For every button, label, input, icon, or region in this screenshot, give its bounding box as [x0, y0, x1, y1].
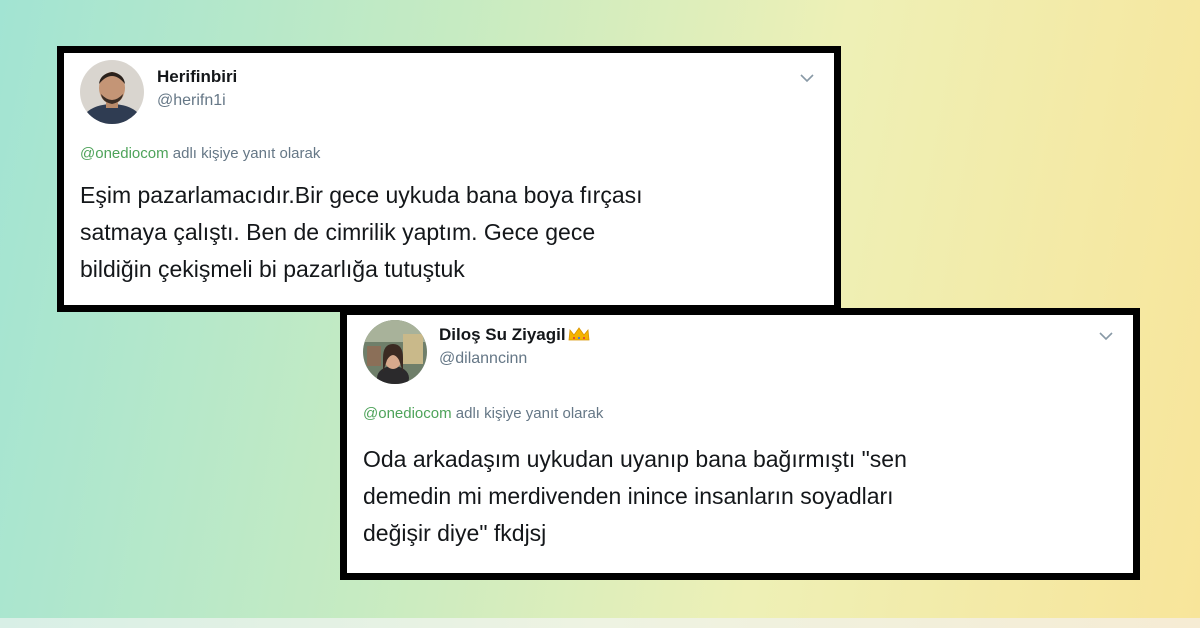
- display-name-row: Diloş Su Ziyagil: [439, 325, 590, 345]
- crown-icon: [568, 326, 590, 341]
- tweet-text-line: Eşim pazarlamacıdır.Bir gece uykuda bana…: [80, 182, 643, 208]
- reply-mention-link[interactable]: @onediocom: [80, 145, 169, 162]
- reply-suffix: adlı kişiye yanıt olarak: [168, 145, 321, 162]
- reply-context: @onediocom adlı kişiye yanıt olarak: [363, 405, 603, 422]
- tweet-text: Eşim pazarlamacıdır.Bir gece uykuda bana…: [80, 177, 820, 288]
- tweet-text-line: satmaya çalıştı. Ben de cimrilik yaptım.…: [80, 219, 596, 245]
- tweet-text-line: değişir diye" fkdjsj: [363, 520, 547, 546]
- reply-mention-link[interactable]: @onediocom: [363, 405, 452, 422]
- tweet-text: Oda arkadaşım uykudan uyanıp bana bağırm…: [363, 441, 1123, 552]
- display-name[interactable]: Herifinbiri: [157, 67, 237, 87]
- user-handle[interactable]: @herifn1i: [157, 92, 226, 110]
- background-bottom-strip: [0, 618, 1200, 628]
- tweet-text-line: bildiğin çekişmeli bi pazarlığa tutuştuk: [80, 256, 465, 282]
- tweet-card: Diloş Su Ziyagil @dilanncinn @onediocom …: [340, 308, 1140, 580]
- avatar[interactable]: [80, 60, 144, 124]
- tweet-text-line: demedin mi merdivenden inince insanların…: [363, 483, 894, 509]
- avatar[interactable]: [363, 320, 427, 384]
- chevron-down-icon[interactable]: [1095, 325, 1117, 347]
- tweet-card: Herifinbiri @herifn1i @onediocom adlı ki…: [57, 46, 841, 312]
- user-handle[interactable]: @dilanncinn: [439, 350, 527, 368]
- reply-context: @onediocom adlı kişiye yanıt olarak: [80, 145, 320, 162]
- display-name[interactable]: Diloş Su Ziyagil: [439, 325, 566, 344]
- tweet-text-line: Oda arkadaşım uykudan uyanıp bana bağırm…: [363, 446, 907, 472]
- chevron-down-icon[interactable]: [796, 67, 818, 89]
- reply-suffix: adlı kişiye yanıt olarak: [451, 405, 604, 422]
